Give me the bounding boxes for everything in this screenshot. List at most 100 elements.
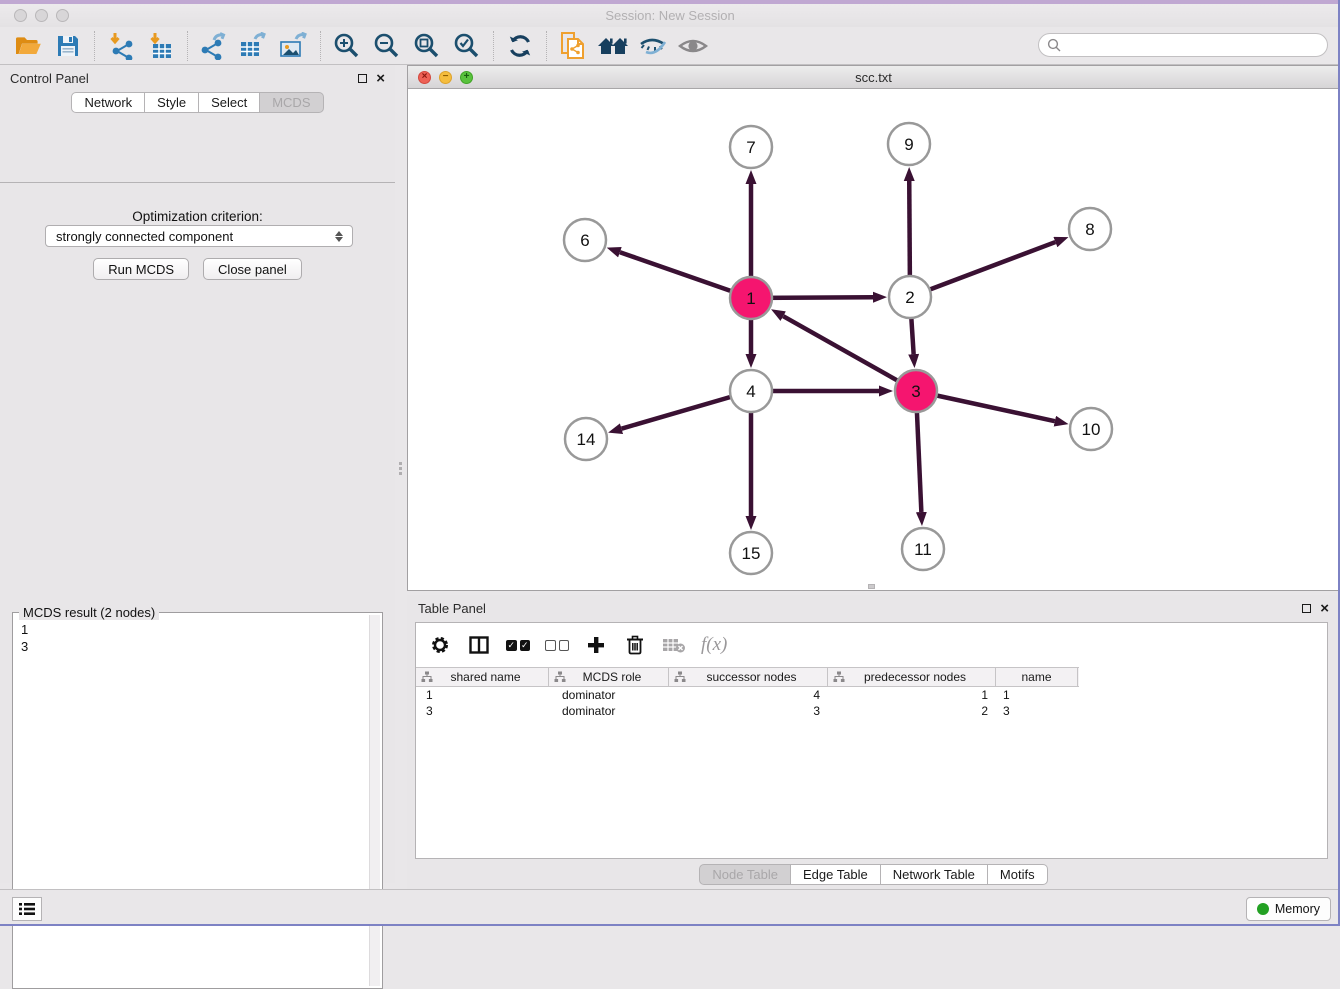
tab-mcds[interactable]: MCDS [260, 92, 323, 113]
network-minimize-button[interactable]: − [439, 71, 452, 84]
memory-status-icon [1257, 903, 1269, 915]
run-mcds-button[interactable]: Run MCDS [93, 258, 189, 280]
control-panel: Control Panel × Network Style Select MCD… [0, 65, 395, 883]
network-zoom-button[interactable]: + [460, 71, 473, 84]
graph-edge-2-8 [910, 242, 1055, 297]
tab-style[interactable]: Style [145, 92, 199, 113]
toolbar-separator [187, 31, 188, 61]
panel-splitter[interactable] [398, 460, 403, 476]
cell-shared-name[interactable]: 3 [416, 704, 549, 718]
status-bar: Memory [0, 889, 1340, 926]
network-window-titlebar[interactable]: × − + scc.txt [408, 66, 1339, 89]
control-panel-tabs: Network Style Select MCDS [0, 92, 395, 113]
close-panel-icon[interactable]: × [376, 74, 385, 83]
canvas-grip[interactable] [868, 584, 875, 589]
column-header-successor-nodes[interactable]: successor nodes [669, 668, 828, 686]
tab-select[interactable]: Select [199, 92, 260, 113]
export-table-icon[interactable] [234, 29, 274, 63]
result-scrollbar[interactable] [369, 615, 380, 986]
import-table-icon[interactable] [141, 29, 181, 63]
column-header-name[interactable]: name [996, 668, 1078, 686]
cell-successor-nodes[interactable]: 4 [669, 688, 828, 702]
column-type-icon [421, 671, 433, 683]
cell-mcds-role[interactable]: dominator [549, 688, 669, 702]
tab-motifs[interactable]: Motifs [988, 864, 1048, 885]
graph-node-label: 1 [746, 289, 755, 308]
tab-node-table[interactable]: Node Table [699, 864, 791, 885]
show-all-eye-icon[interactable] [673, 29, 713, 63]
memory-button[interactable]: Memory [1246, 897, 1331, 921]
clear-checks-icon[interactable] [545, 633, 569, 657]
tab-network[interactable]: Network [71, 92, 145, 113]
network-view-window: × − + scc.txt 1234678910111415 [407, 65, 1340, 591]
zoom-in-icon[interactable] [327, 29, 367, 63]
criterion-selected-value: strongly connected component [56, 229, 233, 244]
graph-node-label: 3 [911, 382, 920, 401]
column-header-shared-name[interactable]: shared name [416, 668, 549, 686]
network-canvas[interactable]: 1234678910111415 [408, 89, 1339, 590]
cell-name[interactable]: 1 [996, 688, 1078, 702]
cell-shared-name[interactable]: 1 [416, 688, 549, 702]
toolbar-separator [94, 31, 95, 61]
search-input[interactable] [1061, 35, 1327, 55]
split-columns-icon[interactable] [467, 633, 491, 657]
list-icon [19, 902, 35, 916]
graph-node-label: 9 [904, 135, 913, 154]
mcds-result-line: 1 [21, 621, 382, 638]
column-header-predecessor-nodes[interactable]: predecessor nodes [828, 668, 996, 686]
export-image-icon[interactable] [274, 29, 314, 63]
function-builder-icon: f(x) [701, 634, 727, 656]
close-panel-button[interactable]: Close panel [203, 258, 302, 280]
zoom-selected-icon[interactable] [447, 29, 487, 63]
mcds-result-title: MCDS result (2 nodes) [19, 605, 159, 620]
graph-node-label: 2 [905, 288, 914, 307]
open-folder-icon[interactable] [8, 29, 48, 63]
gear-icon[interactable] [428, 633, 452, 657]
delete-column-trash-icon[interactable] [623, 633, 647, 657]
zoom-out-icon[interactable] [367, 29, 407, 63]
memory-label: Memory [1275, 902, 1320, 916]
clone-network-icon[interactable] [553, 29, 593, 63]
mcds-result-group: MCDS result (2 nodes) 1 3 [12, 612, 383, 989]
float-panel-icon[interactable] [358, 74, 367, 83]
export-network-icon[interactable] [194, 29, 234, 63]
task-history-button[interactable] [12, 897, 42, 921]
refresh-icon[interactable] [500, 29, 540, 63]
column-type-icon [554, 671, 566, 683]
select-stepper-icon [333, 228, 345, 244]
import-network-icon[interactable] [101, 29, 141, 63]
table-row[interactable]: 1 dominator 4 1 1 [416, 687, 1327, 703]
column-type-icon [833, 671, 845, 683]
float-table-panel-icon[interactable] [1302, 604, 1311, 613]
toolbar-separator [546, 31, 547, 61]
select-all-checks-icon[interactable]: ✓✓ [506, 633, 530, 657]
table-row[interactable]: 3 dominator 3 2 3 [416, 703, 1327, 719]
graph-node-label: 10 [1082, 420, 1101, 439]
hide-selected-eye-icon[interactable] [633, 29, 673, 63]
criterion-select[interactable]: strongly connected component [45, 225, 353, 247]
home-layout-icon[interactable] [593, 29, 633, 63]
cell-mcds-role[interactable]: dominator [549, 704, 669, 718]
graph-node-label: 8 [1085, 220, 1094, 239]
mcds-panel: Optimization criterion: strongly connect… [0, 182, 395, 883]
tab-edge-table[interactable]: Edge Table [791, 864, 881, 885]
add-column-icon[interactable] [584, 633, 608, 657]
graph-node-label: 7 [746, 138, 755, 157]
cell-predecessor-nodes[interactable]: 2 [828, 704, 996, 718]
control-panel-title: Control Panel [10, 71, 89, 86]
cell-successor-nodes[interactable]: 3 [669, 704, 828, 718]
cell-name[interactable]: 3 [996, 704, 1078, 718]
app-titlebar: Session: New Session [0, 4, 1340, 27]
node-table-container: ✓✓ f(x) shared name MCDS role [415, 622, 1328, 859]
network-close-button[interactable]: × [418, 71, 431, 84]
app-title: Session: New Session [0, 8, 1340, 23]
cell-predecessor-nodes[interactable]: 1 [828, 688, 996, 702]
graph-node-label: 11 [914, 540, 932, 559]
zoom-fit-icon[interactable] [407, 29, 447, 63]
search-field[interactable] [1038, 33, 1328, 57]
toolbar-separator [320, 31, 321, 61]
save-icon[interactable] [48, 29, 88, 63]
close-table-panel-icon[interactable]: × [1320, 604, 1329, 613]
column-header-mcds-role[interactable]: MCDS role [549, 668, 669, 686]
tab-network-table[interactable]: Network Table [881, 864, 988, 885]
